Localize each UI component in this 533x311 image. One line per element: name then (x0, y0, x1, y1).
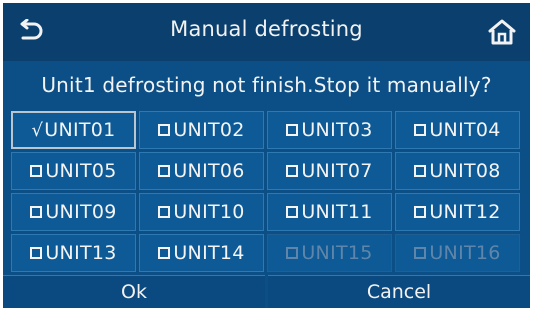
checkbox-empty-icon (30, 206, 43, 218)
checkbox-empty-icon (414, 165, 427, 177)
title-bar: Manual defrosting (3, 3, 530, 61)
unit-checkbox-unit11[interactable]: UNIT11 (267, 193, 392, 231)
checkbox-empty-icon (30, 165, 43, 177)
unit-label: UNIT15 (301, 242, 373, 264)
unit-checkbox-unit16: UNIT16 (395, 234, 520, 272)
unit-checkbox-unit09[interactable]: UNIT09 (11, 193, 136, 231)
unit-checkbox-unit04[interactable]: UNIT04 (395, 111, 520, 149)
home-icon (488, 19, 516, 45)
unit-checkbox-unit15: UNIT15 (267, 234, 392, 272)
unit-label: UNIT12 (429, 201, 501, 223)
unit-checkbox-unit05[interactable]: UNIT05 (11, 152, 136, 190)
manual-defrosting-screen: Manual defrosting Unit1 defrosting not f… (3, 3, 530, 308)
unit-checkbox-unit07[interactable]: UNIT07 (267, 152, 392, 190)
cancel-button[interactable]: Cancel (268, 275, 530, 308)
unit-checkbox-unit06[interactable]: UNIT06 (139, 152, 264, 190)
checkbox-empty-icon (414, 247, 427, 259)
checkbox-empty-icon (158, 247, 171, 259)
unit-checkbox-unit03[interactable]: UNIT03 (267, 111, 392, 149)
unit-checkbox-unit13[interactable]: UNIT13 (11, 234, 136, 272)
checkbox-empty-icon (286, 124, 299, 136)
checkbox-empty-icon (158, 124, 171, 136)
unit-label: UNIT06 (173, 160, 245, 182)
checkbox-empty-icon (286, 165, 299, 177)
ok-button[interactable]: Ok (3, 275, 265, 308)
unit-checkbox-unit12[interactable]: UNIT12 (395, 193, 520, 231)
checkbox-empty-icon (414, 206, 427, 218)
unit-label: UNIT16 (429, 242, 501, 264)
unit-checkbox-unit10[interactable]: UNIT10 (139, 193, 264, 231)
checkbox-empty-icon (158, 165, 171, 177)
unit-label: UNIT03 (301, 119, 373, 141)
checkbox-empty-icon (286, 247, 299, 259)
unit-label: UNIT14 (173, 242, 245, 264)
unit-checkbox-unit14[interactable]: UNIT14 (139, 234, 264, 272)
unit-label: UNIT08 (429, 160, 501, 182)
unit-checkbox-unit01[interactable]: √ UNIT01 (11, 111, 136, 149)
unit-checkbox-unit02[interactable]: UNIT02 (139, 111, 264, 149)
action-bar: Ok Cancel (3, 275, 530, 308)
checkmark-icon: √ (31, 119, 44, 141)
unit-label: UNIT01 (44, 119, 116, 141)
page-title: Manual defrosting (170, 17, 363, 41)
unit-checkbox-unit08[interactable]: UNIT08 (395, 152, 520, 190)
checkbox-empty-icon (158, 206, 171, 218)
unit-label: UNIT04 (429, 119, 501, 141)
checkbox-empty-icon (30, 247, 43, 259)
unit-label: UNIT10 (173, 201, 245, 223)
unit-grid: √ UNIT01 UNIT02 UNIT03 UNIT04 UNIT05 UNIT06 UNI… (11, 111, 520, 272)
defrost-message: Unit1 defrosting not finish.Stop it manu… (41, 73, 492, 97)
unit-label: UNIT02 (173, 119, 245, 141)
home-button[interactable] (482, 13, 522, 51)
unit-label: UNIT07 (301, 160, 373, 182)
checkbox-empty-icon (286, 206, 299, 218)
unit-label: UNIT05 (45, 160, 117, 182)
checkbox-empty-icon (414, 124, 427, 136)
unit-label: UNIT13 (45, 242, 117, 264)
unit-label: UNIT09 (45, 201, 117, 223)
unit-label: UNIT11 (301, 201, 373, 223)
